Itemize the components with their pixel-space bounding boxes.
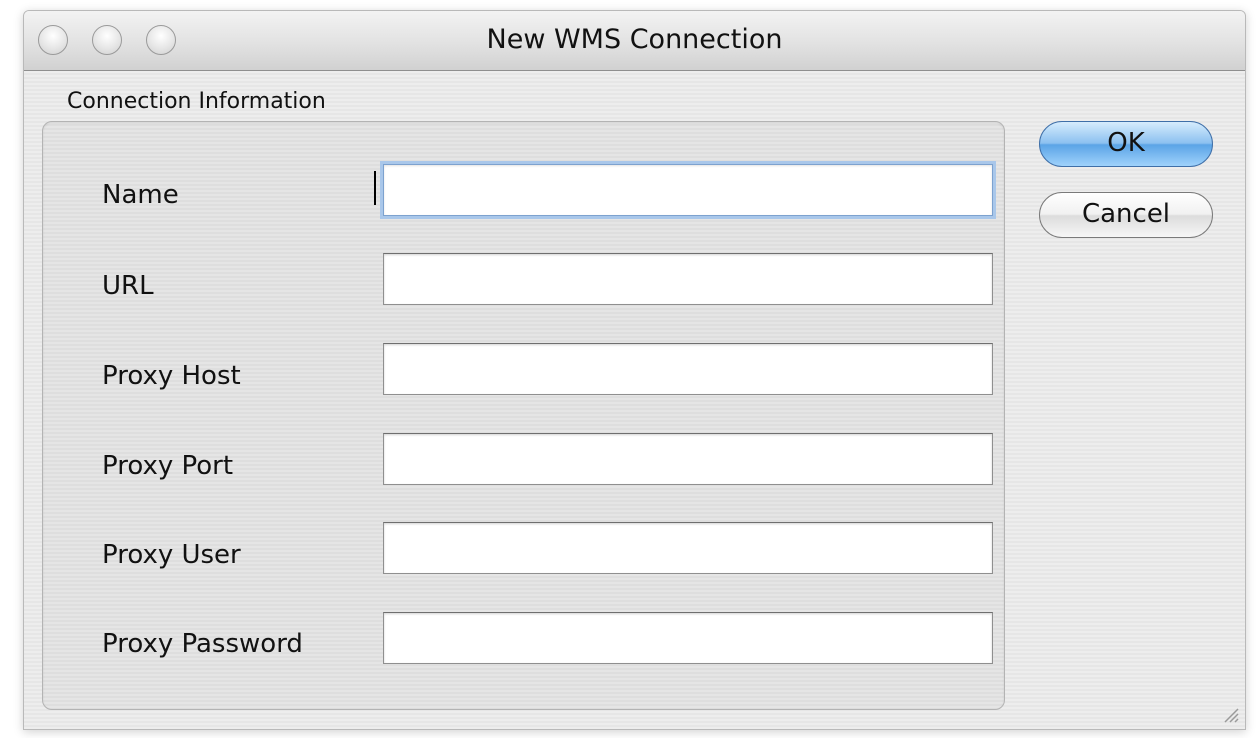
- proxy-password-field[interactable]: [383, 612, 993, 664]
- url-field[interactable]: [383, 253, 993, 305]
- dialog-window: New WMS Connection Connection Informatio…: [23, 10, 1246, 730]
- section-label: Connection Information: [67, 89, 326, 114]
- resize-grip-icon[interactable]: [1221, 705, 1239, 723]
- name-label: Name: [102, 180, 179, 210]
- proxy-host-label: Proxy Host: [102, 361, 241, 391]
- ok-button[interactable]: OK: [1039, 121, 1213, 167]
- proxy-port-field[interactable]: [383, 433, 993, 485]
- proxy-user-label: Proxy User: [102, 540, 241, 570]
- proxy-port-label: Proxy Port: [102, 451, 234, 481]
- name-field[interactable]: [383, 164, 993, 216]
- title-bar[interactable]: New WMS Connection: [24, 11, 1245, 71]
- cancel-button[interactable]: Cancel: [1039, 192, 1213, 238]
- url-label: URL: [102, 271, 154, 301]
- proxy-user-field[interactable]: [383, 522, 993, 574]
- connection-info-group: Name URL Proxy Host Proxy Port Proxy Use…: [42, 121, 1005, 710]
- proxy-password-label: Proxy Password: [102, 629, 303, 659]
- text-caret: [374, 171, 376, 205]
- proxy-host-field[interactable]: [383, 343, 993, 395]
- window-title: New WMS Connection: [486, 24, 783, 55]
